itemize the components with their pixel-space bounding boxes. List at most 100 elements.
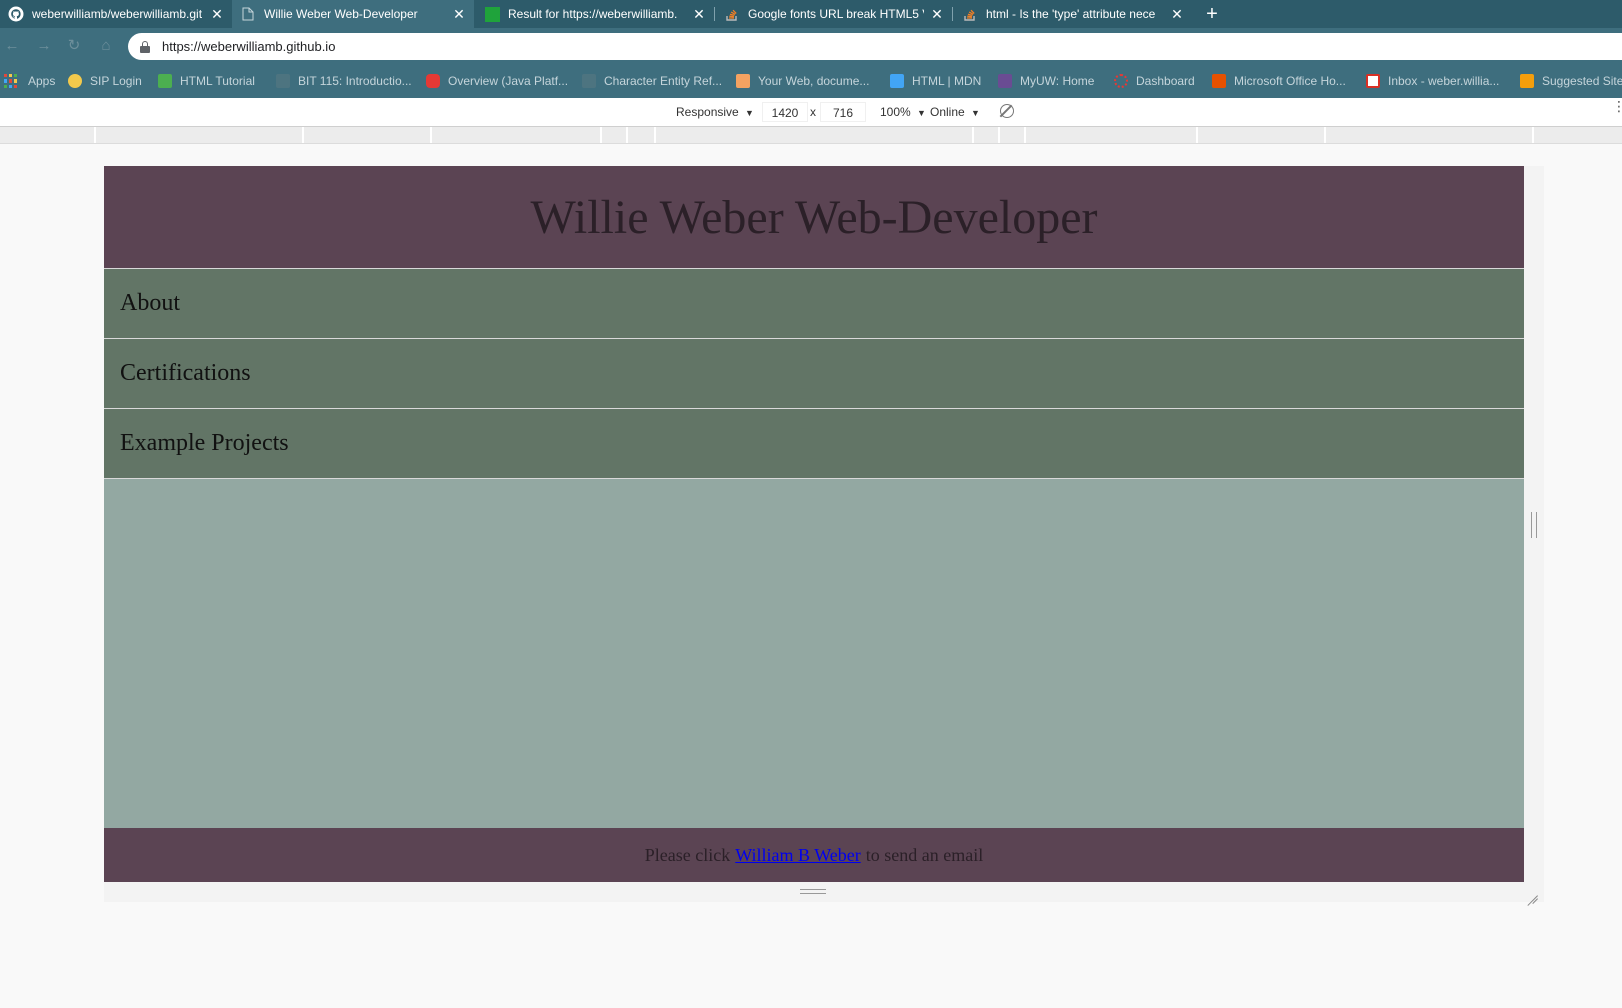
close-icon[interactable]: ✕ bbox=[1170, 6, 1184, 23]
bookmark-suggested-sites[interactable]: Suggested Sites bbox=[1520, 72, 1622, 90]
tab-title: weberwilliamb/weberwilliamb.git bbox=[32, 7, 203, 21]
address-url: https://weberwilliamb.github.io bbox=[162, 39, 336, 54]
mdn-icon bbox=[736, 74, 750, 88]
tab-validator[interactable]: Result for https://weberwilliamb. ✕ bbox=[476, 0, 714, 28]
site-header: Willie Weber Web-Developer bbox=[104, 166, 1524, 269]
tab-title: Result for https://weberwilliamb. bbox=[508, 7, 678, 21]
bookmark-label: SIP Login bbox=[90, 74, 142, 88]
oracle-icon bbox=[426, 74, 440, 88]
email-link[interactable]: William B Weber bbox=[735, 845, 860, 866]
tab-stackoverflow-1[interactable]: Google fonts URL break HTML5 V ✕ bbox=[716, 0, 952, 28]
device-select[interactable]: Responsive ▼ bbox=[676, 105, 754, 119]
content-area bbox=[104, 480, 1524, 826]
dashboard-icon bbox=[1114, 74, 1128, 88]
tab-github[interactable]: weberwilliamb/weberwilliamb.git ✕ bbox=[0, 0, 232, 28]
more-options-icon[interactable]: ⋮ bbox=[1612, 99, 1622, 113]
bookmark-myuw[interactable]: MyUW: Home bbox=[998, 72, 1094, 90]
media-query-bar[interactable] bbox=[0, 127, 1622, 144]
page-icon bbox=[240, 6, 256, 22]
bookmark-apps[interactable]: Apps bbox=[4, 72, 55, 90]
myuw-icon bbox=[998, 74, 1012, 88]
bookmarks-bar: Apps SIP Login HTML Tutorial BIT 115: In… bbox=[0, 64, 1622, 98]
office-icon bbox=[1212, 74, 1226, 88]
browser-toolbar: ← → ↻ ⌂ https://weberwilliamb.github.io bbox=[0, 28, 1622, 64]
bookmark-label: Suggested Sites bbox=[1542, 74, 1622, 88]
forward-arrow-icon[interactable]: → bbox=[34, 36, 54, 56]
close-icon[interactable]: ✕ bbox=[452, 6, 466, 23]
home-icon[interactable]: ⌂ bbox=[96, 36, 116, 56]
mdn-icon bbox=[890, 74, 904, 88]
zoom-label: 100% bbox=[880, 105, 911, 119]
address-bar[interactable]: https://weberwilliamb.github.io bbox=[128, 33, 1622, 60]
rotate-icon[interactable] bbox=[1000, 104, 1014, 118]
nav-about[interactable]: About bbox=[104, 269, 1524, 339]
page-icon bbox=[276, 74, 290, 88]
bookmark-label: Character Entity Ref... bbox=[604, 74, 723, 88]
tab-separator bbox=[952, 7, 953, 21]
tab-strip: weberwilliamb/weberwilliamb.git ✕ Willie… bbox=[0, 0, 1622, 28]
site-title: Willie Weber Web-Developer bbox=[530, 190, 1098, 244]
site-footer: Please click William B Weber to send an … bbox=[104, 828, 1524, 882]
device-toolbar: Responsive ▼ 1420 x 716 100% ▼ Online ▼ … bbox=[0, 98, 1622, 127]
close-icon[interactable]: ✕ bbox=[692, 6, 706, 23]
new-tab-button[interactable]: + bbox=[1200, 2, 1224, 26]
tab-title: Google fonts URL break HTML5 V bbox=[748, 7, 924, 21]
resize-handle-corner[interactable] bbox=[1526, 884, 1538, 896]
bookmark-label: Inbox - weber.willia... bbox=[1388, 74, 1500, 88]
page-icon bbox=[582, 74, 596, 88]
dropdown-arrow-icon: ▼ bbox=[917, 108, 926, 118]
bookmark-label: Dashboard bbox=[1136, 74, 1195, 88]
bookmark-label: Overview (Java Platf... bbox=[448, 74, 569, 88]
dimension-separator: x bbox=[810, 105, 816, 119]
bookmark-label: BIT 115: Introductio... bbox=[298, 74, 412, 88]
close-icon[interactable]: ✕ bbox=[930, 6, 944, 23]
apps-grid-icon bbox=[4, 74, 18, 88]
tab-title: html - Is the 'type' attribute nece bbox=[986, 7, 1156, 21]
bookmark-office[interactable]: Microsoft Office Ho... bbox=[1212, 72, 1346, 90]
network-label: Online bbox=[930, 105, 965, 119]
sip-icon bbox=[68, 74, 82, 88]
resize-handle-bottom[interactable] bbox=[800, 889, 826, 894]
bookmark-dashboard[interactable]: Dashboard bbox=[1114, 72, 1195, 90]
stackoverflow-icon bbox=[724, 6, 740, 22]
validator-icon bbox=[484, 6, 500, 22]
viewport-height-input[interactable]: 716 bbox=[820, 102, 866, 122]
bookmark-label: Apps bbox=[28, 74, 56, 88]
w3schools-icon bbox=[158, 74, 172, 88]
footer-text-before: Please click bbox=[644, 844, 731, 865]
bookmark-character-entity[interactable]: Character Entity Ref... bbox=[582, 72, 722, 90]
bookmark-label: Microsoft Office Ho... bbox=[1234, 74, 1346, 88]
back-arrow-icon[interactable]: ← bbox=[2, 36, 22, 56]
github-icon bbox=[8, 6, 24, 22]
suggested-sites-icon bbox=[1520, 74, 1534, 88]
bookmark-your-web[interactable]: Your Web, docume... bbox=[736, 72, 869, 90]
dropdown-arrow-icon: ▼ bbox=[971, 108, 980, 118]
resize-handle-right[interactable] bbox=[1531, 512, 1537, 538]
bookmark-bit115[interactable]: BIT 115: Introductio... bbox=[276, 72, 412, 90]
bookmark-html-mdn[interactable]: HTML | MDN bbox=[890, 72, 981, 90]
tab-stackoverflow-2[interactable]: html - Is the 'type' attribute nece ✕ bbox=[954, 0, 1192, 28]
dropdown-arrow-icon: ▼ bbox=[745, 108, 754, 118]
zoom-select[interactable]: 100% ▼ bbox=[880, 105, 926, 119]
network-throttle-select[interactable]: Online ▼ bbox=[930, 105, 980, 119]
bookmark-label: HTML Tutorial bbox=[180, 74, 255, 88]
device-label: Responsive bbox=[676, 105, 739, 119]
bookmark-inbox[interactable]: Inbox - weber.willia... bbox=[1366, 72, 1499, 90]
bookmark-label: MyUW: Home bbox=[1020, 74, 1095, 88]
footer-text-after: to send an email bbox=[865, 844, 984, 865]
tab-title: Willie Weber Web-Developer bbox=[264, 7, 418, 21]
bookmark-java-overview[interactable]: Overview (Java Platf... bbox=[426, 72, 568, 90]
reload-icon[interactable]: ↻ bbox=[64, 36, 84, 56]
bookmark-label: HTML | MDN bbox=[912, 74, 982, 88]
viewport-width-input[interactable]: 1420 bbox=[762, 102, 808, 122]
bookmark-sip-login[interactable]: SIP Login bbox=[68, 72, 142, 90]
close-icon[interactable]: ✕ bbox=[210, 6, 224, 23]
gmail-icon bbox=[1366, 74, 1380, 88]
bookmark-html-tutorial[interactable]: HTML Tutorial bbox=[158, 72, 255, 90]
bookmark-label: Your Web, docume... bbox=[758, 74, 870, 88]
nav-example-projects[interactable]: Example Projects bbox=[104, 409, 1524, 479]
tab-separator bbox=[714, 7, 715, 21]
tab-active-site[interactable]: Willie Weber Web-Developer ✕ bbox=[232, 0, 474, 28]
emulated-page: Willie Weber Web-Developer About Certifi… bbox=[104, 166, 1524, 882]
nav-certifications[interactable]: Certifications bbox=[104, 339, 1524, 409]
